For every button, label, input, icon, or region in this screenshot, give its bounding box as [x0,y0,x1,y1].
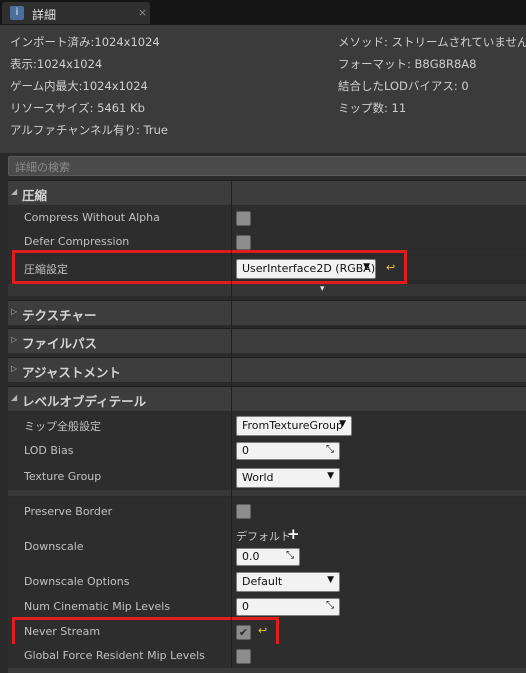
row-preserve-border: Preserve Border [8,498,526,524]
property-label: Global Force Resident Mip Levels [24,649,205,662]
search-placeholder: 詳細の検索 [15,161,70,174]
info-mip-count: ミップ数: 11 [338,101,407,115]
property-label: Compress Without Alpha [24,211,160,224]
chevron-down-icon: ▾ [320,284,325,294]
lod-bias-input[interactable]: 0 ⤡ [236,442,340,460]
expanded-arrow-icon: ◢ [11,187,18,196]
downscale-input[interactable]: 0.0 ⤡ [236,548,300,566]
category-compression[interactable]: ◢ 圧縮 [8,180,526,205]
category-texture[interactable]: ▷ テクスチャー [8,300,526,325]
plus-icon[interactable]: + [287,525,300,543]
row-compress-without-alpha: Compress Without Alpha [8,206,526,230]
row-global-force-resident-mip-levels: Global Force Resident Mip Levels [8,644,526,668]
row-downscale-options: Downscale Options Default ▼ [8,568,526,594]
drag-arrows-icon: ⤡ [326,600,334,611]
category-label: 圧縮 [22,188,48,203]
texture-info-panel: インポート済み:1024x1024 表示:1024x1024 ゲーム内最大:10… [0,24,526,153]
highlight-box-compression [12,250,407,284]
dropdown-value: Default [242,575,283,588]
row-lod-bias: LOD Bias 0 ⤡ [8,438,526,464]
tab-title: 詳細 [32,8,57,22]
row-mip-gen-settings: ミップ全般設定 FromTextureGroup ▼ [8,412,526,438]
compress-without-alpha-checkbox[interactable] [236,211,251,226]
info-imported: インポート済み:1024x1024 [10,35,160,49]
dropdown-value: FromTextureGroup [242,419,344,432]
drag-arrows-icon: ⤡ [286,550,294,561]
info-alpha-channel: アルファチャンネル有り: True [10,123,168,137]
dropdown-value: World [242,471,274,484]
magnifier-info-icon: i [10,6,24,20]
info-combined-lod-bias: 結合したLODバイアス: 0 [338,79,469,93]
category-label: アジャストメント [22,365,121,380]
info-displayed: 表示:1024x1024 [10,57,103,71]
advanced-separator [8,490,526,496]
chevron-down-icon: ▼ [327,575,334,585]
property-label: LOD Bias [24,444,74,457]
search-input[interactable]: 詳細の検索 [8,156,526,176]
column-divider[interactable] [231,180,232,668]
property-label: Defer Compression [24,235,130,248]
property-label: Texture Group [24,470,102,483]
row-texture-group: Texture Group World ▼ [8,464,526,490]
tab-bar: i 詳細 × [0,0,526,24]
tab-details[interactable]: i 詳細 × [2,2,150,24]
global-force-resident-checkbox[interactable] [236,649,251,664]
info-resource-size: リソースサイズ: 5461 Kb [10,101,145,115]
property-label: Preserve Border [24,505,113,518]
property-label: Num Cinematic Mip Levels [24,600,171,613]
drag-arrows-icon: ⤡ [326,444,334,455]
downscale-default-label: デフォルト [236,530,291,543]
category-label: レベルオブディテール [22,394,147,409]
defer-compression-checkbox[interactable] [236,235,251,250]
mip-gen-settings-dropdown[interactable]: FromTextureGroup ▼ [236,416,352,436]
panel-bottom [8,668,526,673]
category-adjustments[interactable]: ▷ アジャストメント [8,357,526,382]
property-label: Downscale [24,540,84,553]
category-level-of-detail[interactable]: ◢ レベルオブディテール [8,386,526,411]
expanded-arrow-icon: ◢ [11,393,18,402]
chevron-down-icon: ▼ [339,419,346,429]
chevron-down-icon: ▼ [327,471,334,481]
info-format: フォーマット: B8G8R8A8 [338,57,477,71]
highlight-box-never-stream [12,617,279,647]
advanced-expander[interactable]: ▾ [8,284,526,296]
collapsed-arrow-icon: ▷ [11,307,18,316]
preserve-border-checkbox[interactable] [236,504,251,519]
category-label: テクスチャー [22,308,97,323]
info-method: メソッド: ストリームされていません [338,35,526,49]
num-cinematic-mip-levels-input[interactable]: 0 ⤡ [236,598,340,616]
property-label: ミップ全般設定 [24,420,101,433]
number-value: 0 [242,444,249,457]
downscale-options-dropdown[interactable]: Default ▼ [236,572,340,592]
close-icon[interactable]: × [138,6,147,19]
collapsed-arrow-icon: ▷ [11,364,18,373]
row-downscale: Downscale デフォルト + 0.0 ⤡ [8,524,526,568]
info-max-ingame: ゲーム内最大:1024x1024 [10,79,148,93]
category-label: ファイルパス [22,336,98,351]
number-value: 0.0 [242,550,260,563]
texture-group-dropdown[interactable]: World ▼ [236,468,340,488]
collapsed-arrow-icon: ▷ [11,335,18,344]
number-value: 0 [242,600,249,613]
category-file-path[interactable]: ▷ ファイルパス [8,328,526,353]
property-label: Downscale Options [24,575,130,588]
